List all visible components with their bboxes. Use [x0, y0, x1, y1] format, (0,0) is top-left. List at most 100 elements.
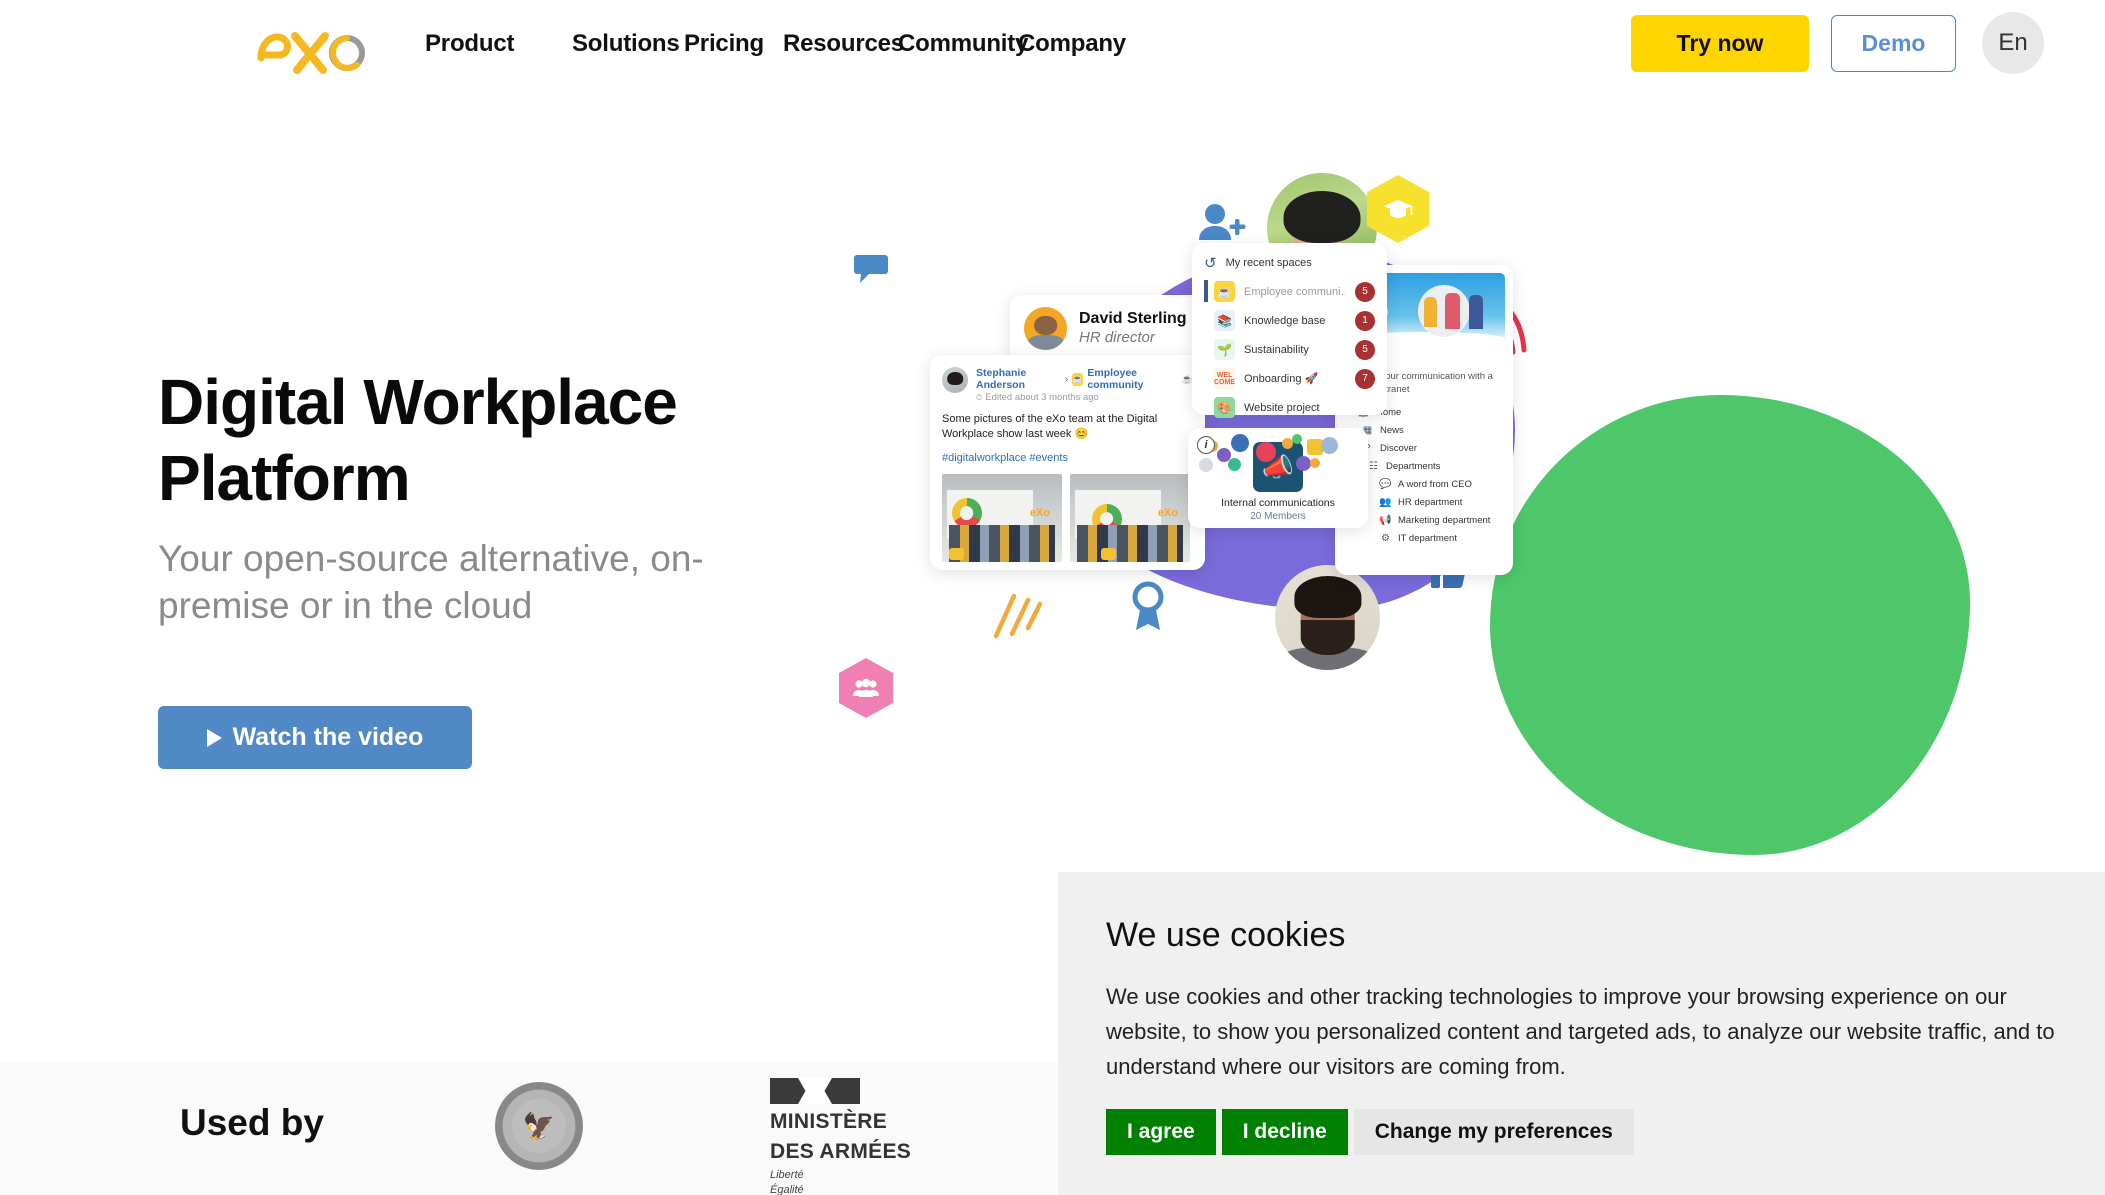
cookie-agree-button[interactable]: I agree [1106, 1109, 1216, 1156]
space-label: Onboarding 🚀 [1244, 373, 1319, 385]
recent-spaces-title: My recent spaces [1225, 257, 1312, 269]
people-icon: 👥 [1379, 496, 1392, 508]
group-hexagon-icon [839, 658, 893, 718]
tree-item-label: Departments [1386, 460, 1441, 472]
nav-item-community[interactable]: Community [898, 30, 1028, 57]
ministere-line1: MINISTÈRE [770, 1110, 888, 1133]
avatar [942, 367, 968, 393]
post-images: eXo eXo [942, 473, 1193, 562]
tree-item-label: HR department [1398, 496, 1463, 508]
nav-item-resources[interactable]: Resources [783, 30, 904, 57]
unread-badge: 5 [1355, 281, 1375, 302]
sprout-icon: 🌱 [1214, 339, 1235, 360]
coffee-icon: ☕ [1214, 281, 1235, 302]
info-icon[interactable]: i [1197, 436, 1215, 454]
clock-icon: ⏱ [976, 392, 983, 402]
person-name: David Sterling [1079, 310, 1187, 328]
palette-icon: 🎨 [1214, 397, 1235, 418]
space-item-onboarding[interactable]: WEL COME Onboarding 🚀 7 [1204, 368, 1375, 389]
breadcrumb-separator: › [1064, 373, 1069, 385]
tree-item-label: A word from CEO [1398, 478, 1472, 490]
tree-item-it[interactable]: ⚙ IT department [1343, 533, 1505, 544]
speed-lines-icon [992, 590, 1048, 640]
space-icon: ☕ [1072, 372, 1084, 386]
tree-item-label: IT department [1398, 532, 1457, 544]
recent-spaces-card: ↺ My recent spaces ☕ Employee communi… 5… [1192, 243, 1387, 418]
page-title: Digital Workplace Platform [158, 366, 678, 514]
cookie-actions: I agree I decline Change my preferences [1106, 1109, 2057, 1156]
post-text: Some pictures of the eXo team at the Dig… [942, 413, 1158, 440]
language-selector[interactable]: En [1982, 12, 2044, 74]
recent-spaces-header: ↺ My recent spaces [1204, 254, 1375, 272]
space-item-employee-community[interactable]: ☕ Employee communi… 5 [1204, 280, 1375, 302]
avatar [1024, 307, 1067, 350]
unread-badge: 7 [1355, 368, 1375, 389]
cookie-decline-button[interactable]: I decline [1221, 1109, 1348, 1156]
ministere-des-armees-logo: MINISTÈRE DES ARMÉES LibertéÉgalitéFrate… [770, 1078, 911, 1195]
exo-logo[interactable] [255, 20, 370, 76]
hero-illustration: David Sterling HR director » Stephanie A… [839, 140, 2105, 860]
add-person-icon [1198, 202, 1248, 249]
activity-post-card: Stephanie Anderson › ☕ Employee communit… [930, 355, 1205, 570]
cookie-body: We use cookies and other tracking techno… [1106, 984, 2055, 1079]
nav-item-pricing[interactable]: Pricing [684, 30, 764, 57]
site-header: Product Solutions Pricing Resources Comm… [0, 0, 2105, 105]
person-role: HR director [1079, 329, 1155, 347]
org-chart-icon: ☷ [1369, 460, 1378, 472]
post-timestamp: Edited about 3 months ago [985, 392, 1099, 403]
tree-item-news[interactable]: ▦ News [1343, 425, 1505, 436]
landing-page: Product Solutions Pricing Resources Comm… [0, 0, 2105, 1195]
main-navigation: Product Solutions Pricing Resources Comm… [425, 30, 1176, 58]
try-now-button[interactable]: Try now [1631, 15, 1809, 72]
space-label: Employee communi… [1244, 285, 1346, 298]
space-label: Sustainability [1244, 343, 1309, 356]
cookie-preferences-button[interactable]: Change my preferences [1353, 1109, 1634, 1156]
eagle-icon: 🦅 [512, 1099, 566, 1153]
unread-badge: 5 [1355, 339, 1375, 360]
books-icon: 📚 [1214, 310, 1235, 331]
nav-item-solutions[interactable]: Solutions [572, 30, 680, 57]
history-icon: ↺ [1204, 255, 1217, 272]
megaphone-icon: 📢 [1379, 514, 1392, 526]
tree-item-label: News [1380, 424, 1404, 436]
demo-button[interactable]: Demo [1831, 15, 1956, 72]
space-label: Website project [1244, 401, 1320, 414]
man-avatar-photo [1275, 565, 1380, 670]
post-image[interactable]: eXo [942, 473, 1062, 562]
french-flag-icon [770, 1078, 860, 1104]
page-subtitle: Your open-source alternative, on-premise… [158, 538, 704, 627]
space-item-website-project[interactable]: 🎨 Website project [1204, 397, 1375, 418]
ministere-line2: DES ARMÉES [770, 1140, 912, 1163]
used-by-title: Used by [180, 1102, 324, 1143]
nav-item-company[interactable]: Company [1018, 30, 1126, 57]
dod-seal-logo: 🦅 [495, 1082, 583, 1170]
space-item-sustainability[interactable]: 🌱 Sustainability 5 [1204, 339, 1375, 360]
post-space[interactable]: Employee community [1087, 367, 1177, 391]
megaphone-icon: 📣 [1253, 442, 1303, 492]
tree-item-label: Discover [1380, 442, 1417, 454]
post-image[interactable]: eXo [1070, 473, 1190, 562]
welcome-icon: WEL COME [1214, 368, 1235, 389]
play-icon [206, 728, 222, 747]
post-tags[interactable]: #digitalworkplace #events [942, 452, 1193, 464]
space-item-knowledge-base[interactable]: 📚 Knowledge base 1 [1204, 310, 1375, 331]
community-name: Internal communications [1221, 497, 1335, 509]
cookie-title: We use cookies [1106, 916, 1346, 954]
graduation-hexagon-icon [1367, 175, 1429, 243]
award-ribbon-icon [1128, 580, 1168, 634]
post-author[interactable]: Stephanie Anderson [976, 367, 1061, 391]
speech-bubble-icon: 💬 [1379, 478, 1392, 490]
internal-communications-card[interactable]: i 📣 Internal communications 20 Members [1188, 428, 1368, 528]
tree-item-label: Marketing department [1398, 514, 1491, 526]
ministere-motto: LibertéÉgalitéFraternité [770, 1169, 804, 1195]
unread-badge: 1 [1355, 310, 1375, 331]
watch-video-label: Watch the video [232, 723, 424, 751]
cookie-consent-banner: We use cookies We use cookies and other … [1058, 872, 2105, 1195]
community-members: 20 Members [1250, 511, 1306, 522]
green-blob [1490, 395, 1970, 855]
nav-item-product[interactable]: Product [425, 30, 514, 57]
space-label: Knowledge base [1244, 314, 1326, 327]
chat-bubble-icon [853, 252, 889, 291]
watch-video-button[interactable]: Watch the video [158, 706, 472, 769]
gear-icon: ⚙ [1381, 532, 1390, 544]
